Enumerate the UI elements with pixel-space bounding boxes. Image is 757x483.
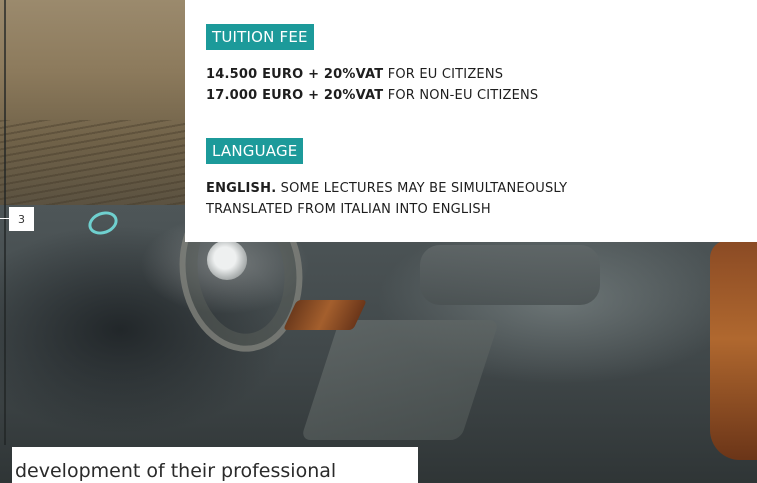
language-heading: LANGUAGE	[206, 138, 304, 164]
info-panel: TUITION FEE 14.500 EURO + 20%VAT FOR EU …	[185, 0, 757, 242]
car-seat-shape	[420, 245, 600, 305]
language-line-1: ENGLISH. SOME LECTURES MAY BE SIMULTANEO…	[206, 181, 567, 197]
body-text-fragment: development of their professional	[15, 460, 337, 482]
language-line-2: TRANSLATED FROM ITALIAN INTO ENGLISH	[206, 202, 491, 217]
tuition-eu-amount: 14.500 EURO + 20%VAT	[206, 67, 384, 82]
wood-trim-shape	[283, 300, 367, 330]
language-name: ENGLISH.	[206, 181, 277, 196]
tuition-non-eu-line: 17.000 EURO + 20%VAT FOR NON-EU CITIZENS	[206, 88, 538, 104]
language-note-1: SOME LECTURES MAY BE SIMULTANEOUSLY	[276, 181, 568, 196]
tuition-eu-label: FOR EU CITIZENS	[383, 67, 504, 82]
wood-panel-shape	[710, 240, 757, 460]
page-edge-line	[4, 0, 6, 445]
field-photo	[0, 0, 185, 205]
tuition-eu-line: 14.500 EURO + 20%VAT FOR EU CITIZENS	[206, 67, 503, 83]
page-number: 3	[9, 207, 34, 231]
tuition-non-eu-amount: 17.000 EURO + 20%VAT	[206, 88, 384, 103]
tuition-non-eu-label: FOR NON-EU CITIZENS	[383, 88, 539, 103]
page-marker-line	[0, 218, 9, 219]
tuition-fee-heading: TUITION FEE	[206, 24, 314, 50]
gauge-shape	[207, 240, 247, 280]
